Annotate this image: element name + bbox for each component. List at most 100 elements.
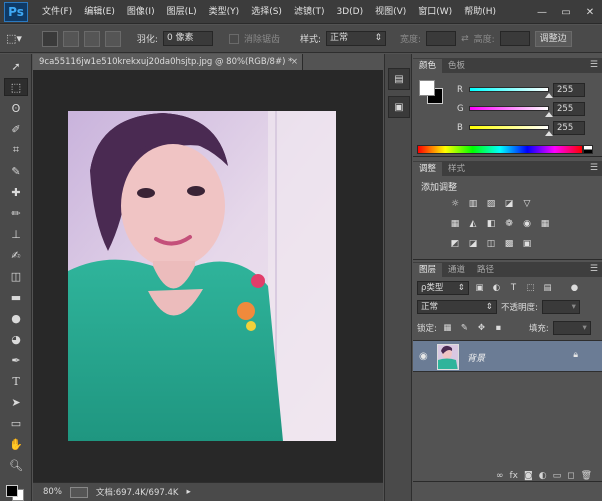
blur-tool-icon[interactable]: ● xyxy=(4,309,28,327)
filter-toggle-icon[interactable]: ● xyxy=(568,282,581,295)
tab-paths[interactable]: 路径 xyxy=(471,263,500,277)
menu-3d[interactable]: 3D(D) xyxy=(330,0,369,24)
marquee-tool-icon[interactable]: ⬚ xyxy=(4,78,28,96)
status-arrow-icon[interactable]: ▸ xyxy=(186,487,190,497)
hand-tool-icon[interactable]: ✋ xyxy=(4,435,28,453)
delete-layer-icon[interactable]: 🗑︎ xyxy=(581,471,592,481)
height-input[interactable] xyxy=(499,31,530,46)
photo-filter-icon[interactable]: ❁ xyxy=(501,217,517,231)
link-layers-icon[interactable]: ∞ xyxy=(496,471,504,481)
intersect-selection-icon[interactable] xyxy=(104,30,121,47)
green-channel-track[interactable] xyxy=(469,106,549,111)
document-size[interactable]: 文档:697.4K/697.4K xyxy=(96,486,179,498)
black-white-icon[interactable]: ◧ xyxy=(483,217,499,231)
tab-styles[interactable]: 样式 xyxy=(442,162,471,176)
eyedropper-tool-icon[interactable]: ✎ xyxy=(4,162,28,180)
canvas-area[interactable] xyxy=(33,70,383,482)
curves-icon[interactable]: ▨ xyxy=(483,197,499,211)
lock-transparent-icon[interactable]: ▦ xyxy=(441,322,454,335)
threshold-icon[interactable]: ◫ xyxy=(483,237,499,251)
layer-style-icon[interactable]: fx xyxy=(509,471,518,481)
history-panel-icon[interactable]: ▤ xyxy=(388,68,410,90)
lasso-tool-icon[interactable]: ʘ xyxy=(4,99,28,117)
filter-shape-icon[interactable]: ⬚ xyxy=(524,282,537,295)
red-channel-track[interactable] xyxy=(469,87,549,92)
layer-mask-icon[interactable]: ◙ xyxy=(524,471,533,481)
levels-icon[interactable]: ▥ xyxy=(465,197,481,211)
zoom-tool-icon[interactable]: 🔍︎ xyxy=(4,456,28,474)
menu-image[interactable]: 图像(I) xyxy=(121,0,161,24)
refine-edge-button[interactable]: 调整边 xyxy=(534,30,572,47)
dodge-tool-icon[interactable]: ◕ xyxy=(4,330,28,348)
brush-tool-icon[interactable]: ✏ xyxy=(4,204,28,222)
color-spectrum[interactable] xyxy=(417,145,583,154)
lock-position-icon[interactable]: ✥ xyxy=(475,322,488,335)
selective-color-icon[interactable]: ▩ xyxy=(501,237,517,251)
width-input[interactable] xyxy=(426,31,457,46)
lock-all-icon[interactable]: ▪ xyxy=(492,322,505,335)
type-tool-icon[interactable]: T xyxy=(4,372,28,390)
foreground-color-swatch[interactable] xyxy=(6,485,18,497)
menu-file[interactable]: 文件(F) xyxy=(36,0,78,24)
red-channel-value[interactable]: 255 xyxy=(553,83,585,97)
add-selection-icon[interactable] xyxy=(62,30,79,47)
layer-name[interactable]: 背景 xyxy=(467,351,485,364)
menu-layer[interactable]: 图层(L) xyxy=(161,0,203,24)
blue-channel-thumb[interactable] xyxy=(545,131,553,136)
red-channel-thumb[interactable] xyxy=(545,93,553,98)
panel-menu-icon[interactable]: ☰ xyxy=(590,262,598,276)
opacity-input[interactable]: ▾ xyxy=(541,300,580,314)
menu-select[interactable]: 选择(S) xyxy=(245,0,288,24)
menu-edit[interactable]: 编辑(E) xyxy=(78,0,121,24)
eraser-tool-icon[interactable]: ◫ xyxy=(4,267,28,285)
move-tool-icon[interactable]: ➚ xyxy=(4,57,28,75)
brightness-icon[interactable]: ☼ xyxy=(447,197,463,211)
document-image[interactable] xyxy=(68,111,336,441)
panel-menu-icon[interactable]: ☰ xyxy=(590,58,598,72)
filter-pixel-icon[interactable]: ▣ xyxy=(473,282,486,295)
filter-smart-object-icon[interactable]: ▤ xyxy=(541,282,554,295)
crop-tool-icon[interactable]: ⌗ xyxy=(4,141,28,159)
panel-menu-icon[interactable]: ☰ xyxy=(590,161,598,175)
clone-stamp-tool-icon[interactable]: ⊥ xyxy=(4,225,28,243)
black-white-ramp[interactable] xyxy=(583,145,593,154)
visibility-eye-icon[interactable]: ◉ xyxy=(419,351,428,362)
tab-swatches[interactable]: 色板 xyxy=(442,59,471,73)
color-lookup-icon[interactable]: ▦ xyxy=(537,217,553,231)
fill-input[interactable]: ▾ xyxy=(552,321,591,335)
menu-help[interactable]: 帮助(H) xyxy=(458,0,502,24)
swap-icon[interactable]: ⇄ xyxy=(461,34,469,44)
hue-saturation-icon[interactable]: ▦ xyxy=(447,217,463,231)
new-group-icon[interactable]: ▭ xyxy=(553,471,562,481)
vibrance-icon[interactable]: ▽ xyxy=(519,197,535,211)
layer-filter-select[interactable]: ρ类型 ⇕ xyxy=(417,281,469,295)
properties-panel-icon[interactable]: ▣ xyxy=(388,96,410,118)
close-button[interactable]: ✕ xyxy=(578,0,602,24)
invert-icon[interactable]: ◩ xyxy=(447,237,463,251)
menu-window[interactable]: 窗口(W) xyxy=(412,0,458,24)
path-select-tool-icon[interactable]: ➤ xyxy=(4,393,28,411)
exposure-icon[interactable]: ◪ xyxy=(501,197,517,211)
antialias-checkbox[interactable] xyxy=(228,33,239,44)
subtract-selection-icon[interactable] xyxy=(83,30,100,47)
posterize-icon[interactable]: ◪ xyxy=(465,237,481,251)
tab-channels[interactable]: 通道 xyxy=(442,263,471,277)
layer-row-background[interactable]: ◉ 背景 🔒︎ xyxy=(413,340,602,372)
zoom-level[interactable]: 80% xyxy=(43,487,62,497)
restore-button[interactable]: ▭ xyxy=(554,0,578,24)
tab-layers[interactable]: 图层 xyxy=(413,263,443,277)
gradient-tool-icon[interactable]: ▬ xyxy=(4,288,28,306)
feather-input[interactable]: 0 像素 xyxy=(162,31,213,46)
menu-type[interactable]: 类型(Y) xyxy=(203,0,246,24)
green-channel-value[interactable]: 255 xyxy=(553,102,585,116)
channel-mixer-icon[interactable]: ◉ xyxy=(519,217,535,231)
new-adjustment-layer-icon[interactable]: ◐ xyxy=(539,471,547,481)
style-select[interactable]: 正常 ⇕ xyxy=(326,31,387,46)
lock-pixels-icon[interactable]: ✎ xyxy=(458,322,471,335)
menu-filter[interactable]: 滤镜(T) xyxy=(288,0,331,24)
gradient-map-icon[interactable]: ▣ xyxy=(519,237,535,251)
filter-type-icon[interactable]: T xyxy=(507,282,520,295)
quick-select-tool-icon[interactable]: ✐ xyxy=(4,120,28,138)
tab-adjustments[interactable]: 调整 xyxy=(413,162,443,176)
healing-brush-tool-icon[interactable]: ✚ xyxy=(4,183,28,201)
